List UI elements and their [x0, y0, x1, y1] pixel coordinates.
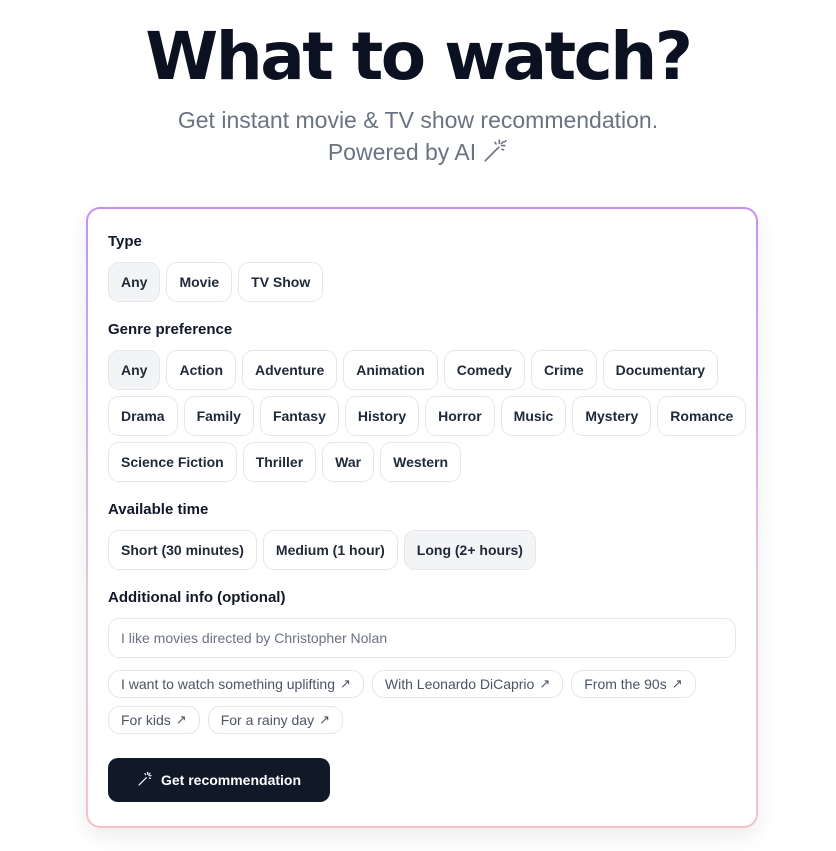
genre-option-horror[interactable]: Horror	[425, 396, 495, 436]
recommendation-card: Type Any Movie TV Show Genre preference …	[86, 207, 758, 828]
recommendation-form: Type Any Movie TV Show Genre preference …	[88, 209, 756, 826]
page-title: What to watch?	[145, 18, 693, 95]
subtitle-line-1: Get instant movie & TV show recommendati…	[177, 107, 659, 133]
genre-options-row-2: Drama Family Fantasy History Horror Musi…	[108, 396, 747, 436]
suggestion-label: I want to watch something uplifting	[121, 676, 336, 692]
genre-option-documentary[interactable]: Documentary	[602, 350, 719, 390]
genre-option-western[interactable]: Western	[380, 442, 462, 482]
genre-option-adventure[interactable]: Adventure	[242, 350, 338, 390]
arrow-up-right-icon: ↗	[175, 712, 187, 727]
magic-wand-icon	[482, 138, 508, 172]
page: What to watch? Get instant movie & TV sh…	[0, 0, 836, 851]
additional-info-input[interactable]	[108, 618, 736, 658]
genre-option-crime[interactable]: Crime	[530, 350, 597, 390]
genre-option-mystery[interactable]: Mystery	[572, 396, 652, 436]
suggestion-label: With Leonardo DiCaprio	[384, 676, 535, 692]
suggestion-from-the-90s[interactable]: From the 90s ↗	[571, 670, 696, 698]
time-options: Short (30 minutes) Medium (1 hour) Long …	[108, 530, 536, 570]
suggestion-uplifting[interactable]: I want to watch something uplifting ↗	[108, 670, 364, 698]
suggestion-label: From the 90s	[584, 676, 667, 692]
time-option-medium[interactable]: Medium (1 hour)	[262, 530, 398, 570]
genre-option-fantasy[interactable]: Fantasy	[259, 396, 339, 436]
subtitle-line-2: Powered by AI	[0, 136, 836, 172]
type-options: Any Movie TV Show	[108, 262, 324, 302]
genre-option-animation[interactable]: Animation	[343, 350, 438, 390]
time-option-short[interactable]: Short (30 minutes)	[108, 530, 257, 570]
genre-option-drama[interactable]: Drama	[108, 396, 178, 436]
arrow-up-right-icon: ↗	[319, 712, 330, 727]
arrow-up-right-icon: ↗	[539, 676, 551, 691]
time-label: Available time	[108, 501, 209, 518]
type-option-tv-show[interactable]: TV Show	[238, 262, 324, 302]
genre-option-music[interactable]: Music	[500, 396, 567, 436]
suggestions-row-2: For kids ↗ For a rainy day ↗	[108, 706, 343, 734]
genre-option-any[interactable]: Any	[108, 350, 161, 390]
genre-option-romance[interactable]: Romance	[657, 396, 747, 436]
genre-option-action[interactable]: Action	[166, 350, 237, 390]
genre-option-science-fiction[interactable]: Science Fiction	[108, 442, 237, 482]
arrow-up-right-icon: ↗	[340, 676, 351, 691]
suggestion-label: For a rainy day	[220, 712, 315, 728]
genre-option-war[interactable]: War	[322, 442, 375, 482]
suggestion-for-kids[interactable]: For kids ↗	[108, 706, 200, 734]
genre-option-history[interactable]: History	[344, 396, 420, 436]
genre-option-comedy[interactable]: Comedy	[443, 350, 525, 390]
additional-info-label: Additional info (optional)	[108, 589, 286, 606]
suggestions-row-1: I want to watch something uplifting ↗ Wi…	[108, 670, 696, 698]
genre-option-family[interactable]: Family	[183, 396, 254, 436]
suggestion-rainy-day[interactable]: For a rainy day ↗	[207, 706, 343, 734]
genre-label: Genre preference	[108, 321, 233, 338]
type-option-any[interactable]: Any	[108, 262, 161, 302]
subtitle-powered-by: Powered by AI	[327, 139, 477, 165]
type-option-movie[interactable]: Movie	[166, 262, 233, 302]
genre-option-thriller[interactable]: Thriller	[242, 442, 317, 482]
type-label: Type	[108, 233, 142, 250]
suggestion-leonardo-dicaprio[interactable]: With Leonardo DiCaprio ↗	[371, 670, 564, 698]
suggestion-label: For kids	[121, 712, 171, 728]
magic-wand-icon	[137, 771, 153, 790]
genre-options-row-1: Any Action Adventure Animation Comedy Cr…	[108, 350, 719, 390]
arrow-up-right-icon: ↗	[671, 676, 683, 691]
get-recommendation-button[interactable]: Get recommendation	[108, 758, 330, 802]
get-recommendation-label: Get recommendation	[160, 772, 302, 788]
time-option-long[interactable]: Long (2+ hours)	[403, 530, 536, 570]
page-subtitle: Get instant movie & TV show recommendati…	[0, 104, 836, 172]
genre-options-row-3: Science Fiction Thriller War Western	[108, 442, 462, 482]
